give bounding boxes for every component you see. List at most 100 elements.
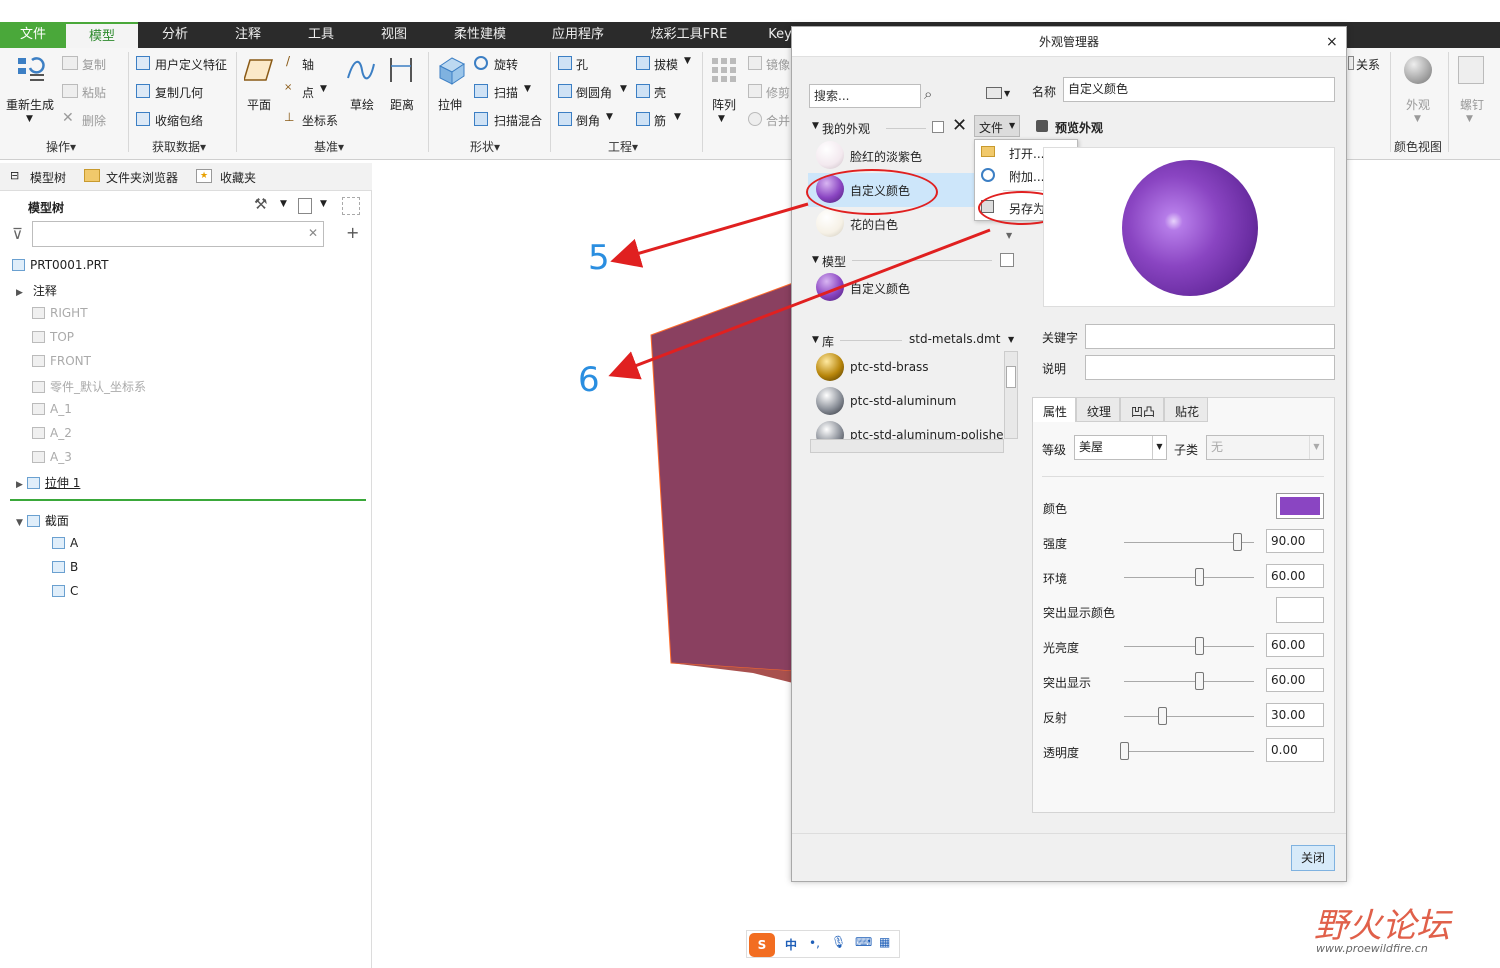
extrude-button[interactable]: 拉伸 [438,96,462,113]
chevron-down-icon[interactable]: ▼ [320,199,327,209]
pattern-icon[interactable] [710,56,738,84]
regenerate-button[interactable]: 重新生成 [6,96,54,113]
tab-folder-browser[interactable]: 文件夹浏览器 [106,169,178,186]
property-value-input[interactable]: 0.00 [1266,738,1324,762]
point-button[interactable]: 点 [302,84,314,101]
extruded-box[interactable] [650,282,794,672]
chevron-down-icon[interactable]: ▼ [620,84,627,94]
list-item[interactable]: 脸红的淡紫色 [812,141,977,171]
sogou-logo-icon[interactable]: S [749,933,775,957]
tab-favorites[interactable]: 收藏夹 [220,169,256,186]
thread-button[interactable]: 螺钉 [1460,96,1484,113]
tree-item-front[interactable]: FRONT [32,354,91,368]
tab-tools[interactable]: 工具 [286,22,356,48]
search-input[interactable]: 搜索... [809,84,921,108]
property-value-input[interactable]: 60.00 [1266,564,1324,588]
tree-item-top[interactable]: TOP [32,330,74,344]
regenerate-icon[interactable] [16,54,46,84]
chamfer-button[interactable]: 倒角 [576,112,600,129]
tab-flexible[interactable]: 柔性建模 [434,22,526,48]
name-input[interactable]: 自定义颜色 [1063,77,1335,102]
section-item-a[interactable]: A [52,536,78,550]
collapse-icon[interactable]: ▼ [812,335,819,345]
chevron-down-icon[interactable]: ▼ [1004,89,1010,98]
save-model-icon[interactable] [1000,253,1014,267]
tree-item-csys[interactable]: 零件_默认_坐标系 [32,378,146,395]
udf-button[interactable]: 用户定义特征 [155,56,227,73]
library-file-select[interactable]: std-metals.dmt [909,332,1000,346]
pattern-button[interactable]: 阵列 [712,96,736,113]
clear-icon[interactable]: ✕ [308,226,318,240]
description-input[interactable] [1085,355,1335,380]
group-engineering[interactable]: 工程▾ [608,138,638,155]
scroll-down-icon[interactable]: ▼ [1006,231,1012,240]
menu-append[interactable]: 附加... [1009,168,1044,185]
hole-button[interactable]: 孔 [576,56,588,73]
punctuation-icon[interactable]: •, [809,936,820,950]
relations-button[interactable]: 关系 [1356,56,1380,73]
slider-thumb[interactable] [1195,672,1204,690]
slider-thumb[interactable] [1195,568,1204,586]
highlight-color-button[interactable] [1276,597,1324,623]
sketch-icon[interactable] [346,58,376,84]
group-operations[interactable]: 操作▾ [46,138,76,155]
filter-tree-icon[interactable] [342,197,360,215]
settings-icon[interactable]: ⚒ [254,195,267,213]
group-shapes[interactable]: 形状▾ [470,138,500,155]
extrude-icon[interactable] [436,54,466,86]
class-select[interactable]: 美屋 ▼ [1074,435,1167,460]
scrollbar-thumb[interactable] [1006,366,1016,388]
tree-item-a3[interactable]: A_3 [32,450,72,464]
property-slider[interactable] [1124,716,1254,717]
tree-item-right[interactable]: RIGHT [32,306,88,320]
chevron-down-icon[interactable]: ▼ [1414,114,1421,124]
appearance-icon[interactable] [1404,56,1432,84]
view-mode-icon[interactable] [986,87,1002,99]
property-slider[interactable] [1124,577,1254,578]
section-item-b[interactable]: B [52,560,78,574]
tab-bump[interactable]: 凹凸 [1120,397,1164,422]
axis-button[interactable]: 轴 [302,56,314,73]
toolbox-icon[interactable]: ▦ [879,935,890,949]
collapse-icon[interactable]: ▼ [812,121,819,131]
shell-button[interactable]: 壳 [654,84,666,101]
chevron-down-icon[interactable]: ▼ [26,114,33,124]
microphone-icon[interactable]: 🎙 [831,935,846,949]
section-item-c[interactable]: C [52,584,78,598]
chevron-down-icon[interactable]: ▼ [674,112,681,122]
tab-fancy[interactable]: 炫彩工具FRE [630,22,748,48]
plane-icon[interactable] [242,58,274,84]
show-icon[interactable] [298,198,312,214]
group-get-data[interactable]: 获取数据▾ [152,138,206,155]
file-menu-button[interactable]: 文件 ▼ [974,115,1020,137]
chevron-down-icon[interactable]: ▼ [684,56,691,66]
group-datum[interactable]: 基准▾ [314,138,344,155]
chevron-down-icon[interactable]: ▼ [1008,335,1014,344]
add-icon[interactable]: + [346,223,359,242]
search-icon[interactable]: ⌕ [924,85,932,103]
sketch-button[interactable]: 草绘 [350,96,374,113]
slider-thumb[interactable] [1195,637,1204,655]
distance-button[interactable]: 距离 [390,96,414,113]
collapse-icon[interactable]: ▼ [812,255,819,265]
thread-icon[interactable] [1458,56,1484,84]
rib-button[interactable]: 筋 [654,112,666,129]
sweep-button[interactable]: 扫描 [494,84,518,101]
chevron-down-icon[interactable]: ▼ [280,199,287,209]
close-button[interactable]: 关闭 [1291,845,1335,871]
tab-view[interactable]: 视图 [359,22,429,48]
chevron-down-icon[interactable]: ▼ [606,112,613,122]
delete-button[interactable]: 删除 [82,112,106,129]
swept-blend-button[interactable]: 扫描混合 [494,112,542,129]
tree-item-a1[interactable]: A_1 [32,402,72,416]
chevron-down-icon[interactable]: ▼ [320,84,327,94]
revolve-button[interactable]: 旋转 [494,56,518,73]
expand-icon[interactable]: ▶ [16,480,23,490]
ime-mode[interactable]: 中 [785,936,797,953]
tab-model[interactable]: 模型 [66,22,138,48]
property-value-input[interactable]: 60.00 [1266,633,1324,657]
preview-toggle-icon[interactable] [1036,120,1048,132]
chevron-down-icon[interactable]: ▼ [718,114,725,124]
list-item[interactable]: ptc-std-brass [816,353,1006,383]
shrinkwrap-button[interactable]: 收缩包络 [155,112,203,129]
